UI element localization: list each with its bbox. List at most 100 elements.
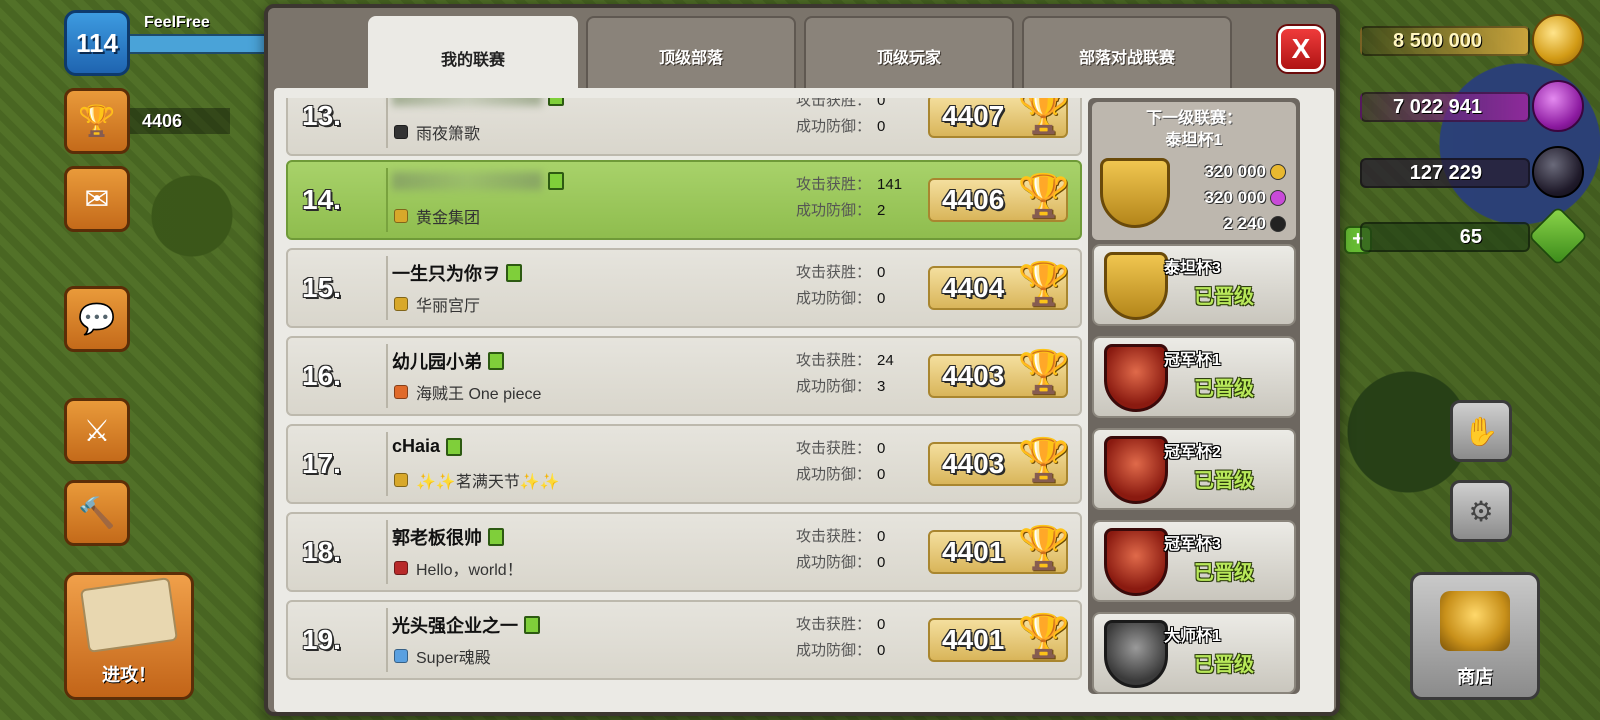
ranking-list[interactable]: 13. 雨夜箫歌 攻击获胜： 0 成功防御： 0 4407 🏆 14. 黄金集团 xyxy=(286,98,1082,694)
trophy-count: 4403 xyxy=(942,360,1005,391)
dark-elixir-icon xyxy=(1270,216,1286,232)
league-card[interactable]: 冠军杯2 已晋级 xyxy=(1092,428,1296,510)
ranking-row[interactable]: 19. 光头强企业之一 Super魂殿 攻击获胜： 0 成功防御： 0 4401 🏆 xyxy=(286,600,1082,680)
trophy-count: 4406 xyxy=(942,184,1005,215)
clan-info[interactable]: Hello，world！ xyxy=(394,556,523,580)
titan-league-shield-icon xyxy=(1104,252,1168,320)
rank-number: 17. xyxy=(302,448,341,479)
tab-top-players[interactable]: 顶级玩家 xyxy=(804,16,1014,88)
player-name[interactable]: 郭老板很帅 xyxy=(392,524,504,550)
gem-amount: 65 xyxy=(1360,222,1530,252)
league-status: 已晋级 xyxy=(1194,654,1254,676)
close-button[interactable]: X xyxy=(1278,26,1324,72)
settings-button[interactable]: ⚙ xyxy=(1450,480,1512,542)
defense-wins-value: 0 xyxy=(877,118,886,135)
master-league-shield-icon xyxy=(1104,620,1168,688)
player-name[interactable] xyxy=(392,172,564,190)
move-hand-button[interactable]: ✋ xyxy=(1450,400,1512,462)
trophy-box: 4401 🏆 xyxy=(928,612,1070,662)
attack-wins-value: 0 xyxy=(877,528,886,545)
league-status: 已晋级 xyxy=(1194,470,1254,492)
battle-stats: 攻击获胜： 0 成功防御： 0 xyxy=(796,524,885,576)
reward-dark-elixir: 2 240 xyxy=(1223,214,1286,234)
trophy-icon: 🏆 xyxy=(1017,348,1070,395)
clan-badge-icon xyxy=(394,649,408,663)
player-name[interactable]: 幼儿园小弟 xyxy=(392,348,504,374)
tab-top-clans[interactable]: 顶级部落 xyxy=(586,16,796,88)
ranking-row[interactable]: 18. 郭老板很帅 Hello，world！ 攻击获胜： 0 成功防御： 0 440… xyxy=(286,512,1082,592)
clan-role-icon xyxy=(488,352,504,370)
league-card[interactable]: 大师杯1 已晋级 xyxy=(1092,612,1296,694)
defense-wins-label: 成功防御： xyxy=(796,118,872,135)
trophy-box: 4403 🏆 xyxy=(928,436,1070,486)
attack-wins-value: 0 xyxy=(877,264,886,281)
league-content: 13. 雨夜箫歌 攻击获胜： 0 成功防御： 0 4407 🏆 14. 黄金集团 xyxy=(274,88,1334,712)
tab-bar: 我的联赛 顶级部落 顶级玩家 部落对战联赛 xyxy=(368,16,1232,92)
defense-wins-label: 成功防御： xyxy=(796,642,872,659)
player-name[interactable] xyxy=(392,98,564,106)
trophy-icon: 🏆 xyxy=(1017,436,1070,483)
clan-info[interactable]: ✨✨茗满天节✨✨ xyxy=(394,468,560,492)
trophy-box: 4403 🏆 xyxy=(928,348,1070,398)
hand-icon: ✋ xyxy=(1463,415,1499,447)
player-name[interactable]: 光头强企业之一 xyxy=(392,612,540,638)
league-card[interactable]: 冠军杯3 已晋级 xyxy=(1092,520,1296,602)
clan-info[interactable]: 华丽宫厅 xyxy=(394,292,480,316)
level-badge[interactable]: 114 xyxy=(64,10,130,76)
attack-wins-label: 攻击获胜： xyxy=(796,176,872,193)
attack-wins-value: 0 xyxy=(877,616,886,633)
reward-elixir: 320 000 xyxy=(1205,188,1286,208)
tab-my-league[interactable]: 我的联赛 xyxy=(368,16,578,92)
league-card[interactable]: 冠军杯1 已晋级 xyxy=(1092,336,1296,418)
close-icon: X xyxy=(1291,33,1311,64)
gold-amount: 8 500 000 xyxy=(1360,26,1530,56)
next-league-title: 下一级联赛： xyxy=(1145,110,1242,127)
divider xyxy=(386,256,388,320)
trophy-icon: 🏆 xyxy=(1017,524,1070,571)
league-card[interactable]: 泰坦杯3 已晋级 xyxy=(1092,244,1296,326)
clan-name: ✨✨茗满天节✨✨ xyxy=(416,474,560,491)
ranking-row[interactable]: 14. 黄金集团 攻击获胜： 141 成功防御： 2 4406 🏆 xyxy=(286,160,1082,240)
chat-button[interactable]: 💬 xyxy=(64,286,130,352)
defense-wins-label: 成功防御： xyxy=(796,554,872,571)
elixir-amount: 7 022 941 xyxy=(1360,92,1530,122)
trophy-icon: 🏆 xyxy=(1017,260,1070,307)
attack-wins-value: 0 xyxy=(877,440,886,457)
ranking-row[interactable]: 13. 雨夜箫歌 攻击获胜： 0 成功防御： 0 4407 🏆 xyxy=(286,98,1082,156)
champ-league-shield-icon xyxy=(1104,344,1168,412)
rank-number: 14. xyxy=(302,184,341,215)
trophy-count: 4407 xyxy=(942,100,1005,131)
ranking-row[interactable]: 17. cHaia ✨✨茗满天节✨✨ 攻击获胜： 0 成功防御： 0 4403 🏆 xyxy=(286,424,1082,504)
defense-wins-value: 3 xyxy=(877,378,886,395)
attack-wins-label: 攻击获胜： xyxy=(796,440,872,457)
trophy-button[interactable]: 🏆 xyxy=(64,88,130,154)
battle-stats: 攻击获胜： 0 成功防御： 0 xyxy=(796,612,885,664)
divider xyxy=(386,520,388,584)
clan-info[interactable]: 黄金集团 xyxy=(394,204,480,228)
ranking-row[interactable]: 15. 一生只为你ヲ 华丽宫厅 攻击获胜： 0 成功防御： 0 4404 🏆 xyxy=(286,248,1082,328)
builder-button[interactable]: 🔨 xyxy=(64,480,130,546)
defense-wins-value: 0 xyxy=(877,642,886,659)
clan-name: 雨夜箫歌 xyxy=(416,126,481,143)
ranking-row[interactable]: 16. 幼儿园小弟 海贼王 One piece 攻击获胜： 24 成功防御： 3 4… xyxy=(286,336,1082,416)
clan-info[interactable]: Super魂殿 xyxy=(394,644,491,668)
attack-wins-value: 24 xyxy=(877,352,894,369)
player-name[interactable]: cHaia xyxy=(392,436,463,457)
mail-button[interactable]: ✉ xyxy=(64,166,130,232)
tab-clan-war-leagues[interactable]: 部落对战联赛 xyxy=(1022,16,1232,88)
defense-wins-label: 成功防御： xyxy=(796,466,872,483)
league-name: 大师杯1 xyxy=(1164,628,1221,645)
clan-role-icon xyxy=(524,616,540,634)
clan-role-icon xyxy=(506,264,522,282)
level-number: 114 xyxy=(76,27,118,58)
player-name[interactable]: 一生只为你ヲ xyxy=(392,260,522,286)
league-status: 已晋级 xyxy=(1194,378,1254,400)
clan-info[interactable]: 海贼王 One piece xyxy=(394,380,541,404)
battle-log-button[interactable]: ⚔ xyxy=(64,398,130,464)
shop-button[interactable]: 商店 xyxy=(1410,572,1540,700)
titan-league-shield-icon xyxy=(1100,158,1170,228)
attack-button[interactable]: 进攻！ xyxy=(64,572,194,700)
battle-stats: 攻击获胜： 0 成功防御： 0 xyxy=(796,260,885,312)
clan-info[interactable]: 雨夜箫歌 xyxy=(394,120,480,144)
coin-stack-icon xyxy=(1440,591,1510,651)
